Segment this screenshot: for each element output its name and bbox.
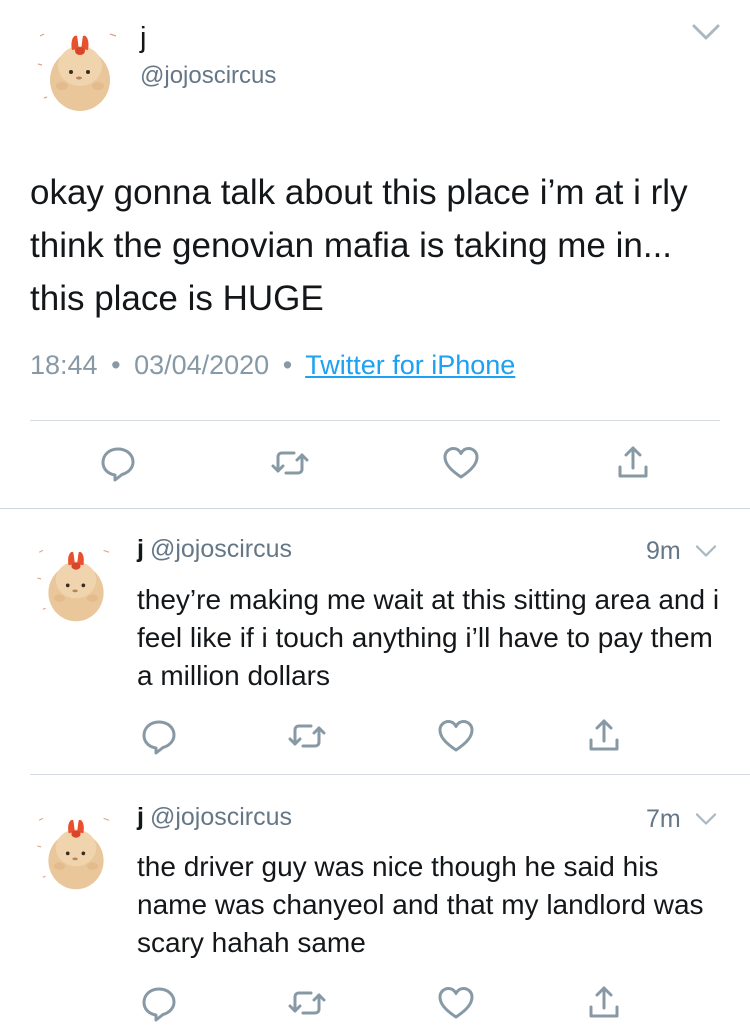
user-handle[interactable]: @jojoscircus bbox=[150, 535, 292, 563]
display-name[interactable]: j bbox=[140, 22, 146, 55]
chevron-down-icon[interactable] bbox=[690, 20, 722, 44]
reply-timestamp: 7m bbox=[646, 805, 681, 833]
retweet-icon[interactable] bbox=[270, 443, 310, 483]
avatar[interactable] bbox=[30, 14, 130, 114]
tweet-text: okay gonna talk about this place i’m at … bbox=[30, 173, 688, 318]
display-name[interactable]: j bbox=[137, 535, 144, 563]
share-icon[interactable] bbox=[584, 983, 624, 1023]
display-name[interactable]: j bbox=[137, 803, 144, 831]
tweet-time: 18:44 bbox=[30, 350, 98, 380]
heart-icon[interactable] bbox=[436, 716, 476, 756]
avatar[interactable] bbox=[30, 532, 122, 624]
divider bbox=[30, 774, 750, 775]
reply-icon[interactable] bbox=[98, 443, 138, 483]
reply-text: they’re making me wait at this sitting a… bbox=[137, 584, 720, 691]
heart-icon[interactable] bbox=[436, 983, 476, 1023]
reply-icon[interactable] bbox=[139, 983, 179, 1023]
reply-header: j @jojoscircus bbox=[137, 803, 292, 832]
reply-header: j @jojoscircus bbox=[137, 535, 292, 564]
retweet-icon[interactable] bbox=[287, 983, 327, 1023]
main-tweet: j @jojoscircus okay gonna talk about thi… bbox=[0, 0, 750, 508]
reply-text: the driver guy was nice though he said h… bbox=[137, 851, 704, 958]
tweet-date: 03/04/2020 bbox=[134, 350, 270, 380]
avatar[interactable] bbox=[30, 800, 122, 892]
chevron-down-icon[interactable] bbox=[694, 810, 718, 828]
meta-separator: • bbox=[282, 350, 293, 380]
tweet-source-link[interactable]: Twitter for iPhone bbox=[305, 350, 515, 380]
tweet-meta: 18:44 • 03/04/2020 • Twitter for iPhone bbox=[30, 350, 515, 381]
divider bbox=[0, 508, 750, 509]
retweet-icon[interactable] bbox=[287, 716, 327, 756]
divider bbox=[30, 420, 720, 421]
share-icon[interactable] bbox=[613, 443, 653, 483]
share-icon[interactable] bbox=[584, 716, 624, 756]
chevron-down-icon[interactable] bbox=[694, 542, 718, 560]
reply-timestamp: 9m bbox=[646, 537, 681, 565]
user-handle[interactable]: @jojoscircus bbox=[150, 803, 292, 831]
reply-icon[interactable] bbox=[139, 716, 179, 756]
meta-separator: • bbox=[111, 350, 121, 380]
heart-icon[interactable] bbox=[441, 443, 481, 483]
user-handle[interactable]: @jojoscircus bbox=[140, 62, 276, 90]
